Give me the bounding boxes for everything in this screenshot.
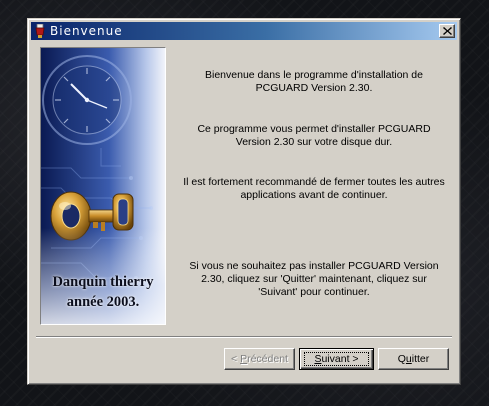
install-info-line2: Version 2.30 sur votre disque dur. [235,136,393,148]
quit-instructions-line3: 'Suivant' pour continuer. [258,286,370,298]
previous-button[interactable]: < Précédent [224,348,295,370]
setup-banner-image: Danquin thierry année 2003. [40,47,166,325]
title-bar[interactable]: Bienvenue [31,22,457,40]
quit-instructions-line2: 2.30, cliquez sur 'Quitter' maintenant, … [201,273,427,285]
quit-button[interactable]: Quitter [378,348,449,370]
window-title: Bienvenue [50,24,123,38]
welcome-message: Bienvenue dans le programme d'installati… [178,69,450,95]
close-button[interactable] [439,24,455,38]
welcome-message-line1: Bienvenue dans le programme d'installati… [205,69,423,81]
close-icon [442,22,452,40]
welcome-message-line2: PCGUARD Version 2.30. [255,82,373,94]
install-info-message: Ce programme vous permet d'installer PCG… [178,123,450,149]
button-separator [36,336,452,338]
install-info-line1: Ce programme vous permet d'installer PCG… [197,123,431,135]
close-apps-warning: Il est fortement recommandé de fermer to… [178,176,450,202]
quit-instructions-line1: Si vous ne souhaitez pas installer PCGUA… [189,260,439,272]
setup-app-icon [34,23,46,38]
setup-dialog: Bienvenue Danquin thierry année 2003. Bi… [27,18,461,385]
close-apps-line2: applications avant de continuer. [240,189,388,201]
next-button[interactable]: Suivant > [299,348,374,370]
quit-instructions: Si vous ne souhaitez pas installer PCGUA… [178,260,450,299]
close-apps-line1: Il est fortement recommandé de fermer to… [183,176,445,188]
banner-caption-line1: Danquin thierry [52,274,154,290]
banner-caption-line2: année 2003. [66,294,140,310]
banner-caption: Danquin thierry année 2003. [41,272,165,312]
